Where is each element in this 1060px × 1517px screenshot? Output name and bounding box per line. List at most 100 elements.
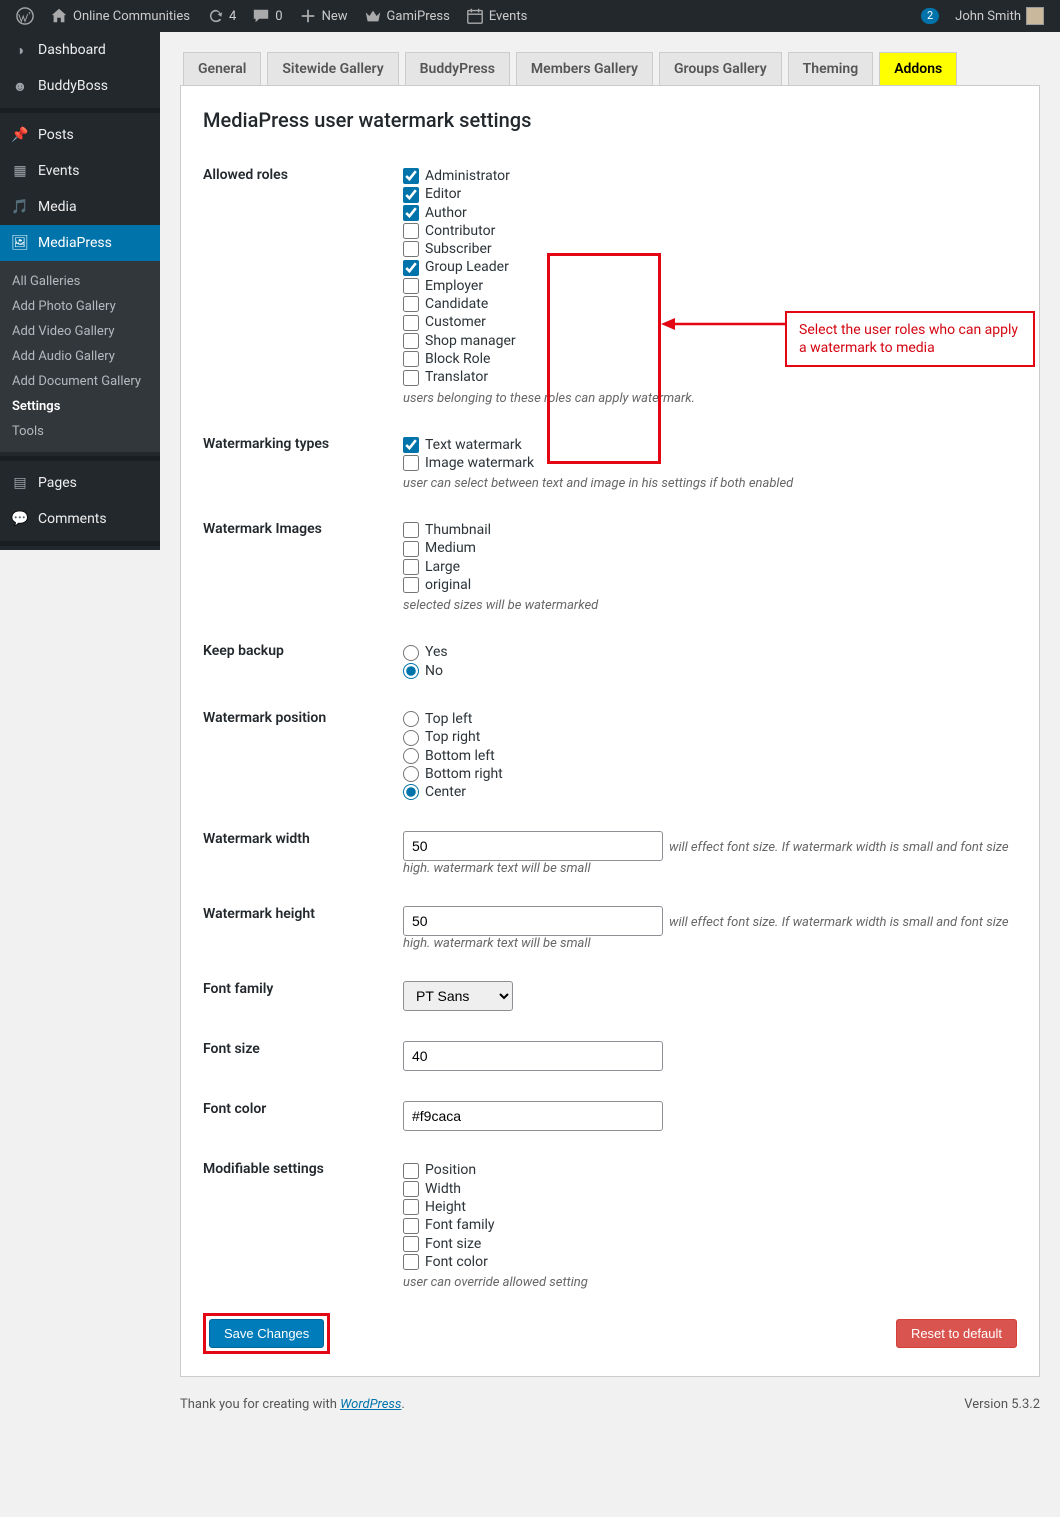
role-option[interactable]: Author xyxy=(403,204,1017,222)
role-option[interactable]: Contributor xyxy=(403,222,1017,240)
wmimage-option[interactable]: Large xyxy=(403,558,1017,576)
role-checkbox[interactable] xyxy=(403,187,419,203)
site-name-link[interactable]: Online Communities xyxy=(42,0,198,32)
role-option[interactable]: Group Leader xyxy=(403,258,1017,276)
role-checkbox[interactable] xyxy=(403,223,419,239)
sidebar-item-mediapress[interactable]: 🖼MediaPress xyxy=(0,225,160,261)
tab-members[interactable]: Members Gallery xyxy=(516,52,653,86)
font-size-input[interactable] xyxy=(403,1041,663,1071)
role-option[interactable]: Subscriber xyxy=(403,240,1017,258)
role-checkbox[interactable] xyxy=(403,260,419,276)
role-checkbox[interactable] xyxy=(403,296,419,312)
wmimage-checkbox[interactable] xyxy=(403,559,419,575)
modifiable-checkbox[interactable] xyxy=(403,1181,419,1197)
role-checkbox[interactable] xyxy=(403,315,419,331)
font-family-select[interactable]: PT Sans xyxy=(403,981,513,1011)
modifiable-checkbox[interactable] xyxy=(403,1254,419,1270)
modifiable-option[interactable]: Width xyxy=(403,1180,1017,1198)
position-radio[interactable] xyxy=(403,730,419,746)
backup-option[interactable]: Yes xyxy=(403,643,1017,661)
role-option[interactable]: Editor xyxy=(403,185,1017,203)
sidebar-item-media[interactable]: 🎵Media xyxy=(0,189,160,225)
wmtype-checkbox[interactable] xyxy=(403,437,419,453)
role-checkbox[interactable] xyxy=(403,370,419,386)
role-checkbox[interactable] xyxy=(403,333,419,349)
annotation-box-save: Save Changes xyxy=(203,1313,330,1354)
wmtype-option[interactable]: Image watermark xyxy=(403,454,1017,472)
gamipress-link[interactable]: GamiPress xyxy=(356,0,458,32)
modifiable-checkbox[interactable] xyxy=(403,1199,419,1215)
sidebar-item-buddyboss[interactable]: ☻BuddyBoss xyxy=(0,68,160,104)
submenu-tools[interactable]: Tools xyxy=(0,419,160,444)
modifiable-option[interactable]: Position xyxy=(403,1161,1017,1179)
modifiable-option[interactable]: Height xyxy=(403,1198,1017,1216)
modifiable-option[interactable]: Font size xyxy=(403,1235,1017,1253)
position-option[interactable]: Top right xyxy=(403,728,1017,746)
wmimage-option[interactable]: Medium xyxy=(403,539,1017,557)
tab-addons[interactable]: Addons xyxy=(879,52,957,86)
tab-groups[interactable]: Groups Gallery xyxy=(659,52,782,86)
role-checkbox[interactable] xyxy=(403,241,419,257)
position-radio[interactable] xyxy=(403,784,419,800)
position-radio[interactable] xyxy=(403,711,419,727)
position-option[interactable]: Bottom left xyxy=(403,747,1017,765)
submenu-add-video[interactable]: Add Video Gallery xyxy=(0,319,160,344)
modifiable-checkbox[interactable] xyxy=(403,1218,419,1234)
wmtype-checkbox[interactable] xyxy=(403,455,419,471)
role-checkbox[interactable] xyxy=(403,278,419,294)
wmimage-option[interactable]: original xyxy=(403,576,1017,594)
position-option[interactable]: Bottom right xyxy=(403,765,1017,783)
comments-link[interactable]: 0 xyxy=(244,0,290,32)
role-checkbox[interactable] xyxy=(403,205,419,221)
modifiable-option[interactable]: Font family xyxy=(403,1216,1017,1234)
modifiable-checkbox[interactable] xyxy=(403,1236,419,1252)
backup-radio[interactable] xyxy=(403,645,419,661)
submenu-all-galleries[interactable]: All Galleries xyxy=(0,269,160,294)
watermark-width-input[interactable] xyxy=(403,831,663,861)
wmtype-option[interactable]: Text watermark xyxy=(403,436,1017,454)
wmimage-checkbox[interactable] xyxy=(403,541,419,557)
wp-logo[interactable] xyxy=(8,0,42,32)
tab-sitewide[interactable]: Sitewide Gallery xyxy=(267,52,398,86)
position-option[interactable]: Center xyxy=(403,783,1017,801)
submenu-add-photo[interactable]: Add Photo Gallery xyxy=(0,294,160,319)
role-option[interactable]: Administrator xyxy=(403,167,1017,185)
reset-default-button[interactable]: Reset to default xyxy=(896,1319,1017,1348)
footer-wordpress-link[interactable]: WordPress xyxy=(340,1397,401,1412)
sidebar-item-posts[interactable]: 📌Posts xyxy=(0,117,160,153)
position-radio[interactable] xyxy=(403,766,419,782)
watermark-height-input[interactable] xyxy=(403,906,663,936)
sidebar-item-pages[interactable]: ▤Pages xyxy=(0,465,160,501)
role-option[interactable]: Translator xyxy=(403,368,1017,386)
role-checkbox[interactable] xyxy=(403,168,419,184)
font-color-input[interactable] xyxy=(403,1101,663,1131)
submenu-add-document[interactable]: Add Document Gallery xyxy=(0,369,160,394)
submenu-add-audio[interactable]: Add Audio Gallery xyxy=(0,344,160,369)
wmimage-option[interactable]: Thumbnail xyxy=(403,521,1017,539)
modifiable-option[interactable]: Font color xyxy=(403,1253,1017,1271)
notifications-link[interactable]: 2 xyxy=(913,0,947,32)
save-changes-button[interactable]: Save Changes xyxy=(209,1319,324,1348)
updates-link[interactable]: 4 xyxy=(198,0,244,32)
tab-general[interactable]: General xyxy=(183,52,261,86)
tab-buddypress[interactable]: BuddyPress xyxy=(405,52,510,86)
modifiable-checkbox[interactable] xyxy=(403,1163,419,1179)
submenu-settings[interactable]: Settings xyxy=(0,394,160,419)
events-link[interactable]: Events xyxy=(458,0,535,32)
position-radio[interactable] xyxy=(403,748,419,764)
role-checkbox[interactable] xyxy=(403,351,419,367)
wmimage-checkbox[interactable] xyxy=(403,522,419,538)
user-account-link[interactable]: John Smith xyxy=(947,0,1052,32)
position-option[interactable]: Top left xyxy=(403,710,1017,728)
sidebar-item-comments[interactable]: 💬Comments xyxy=(0,501,160,537)
admin-bar: Online Communities 4 0 New GamiPress Eve… xyxy=(0,0,1060,32)
image-icon: 🖼 xyxy=(10,233,30,253)
new-link[interactable]: New xyxy=(291,0,356,32)
wmimage-checkbox[interactable] xyxy=(403,577,419,593)
backup-option[interactable]: No xyxy=(403,662,1017,680)
backup-radio[interactable] xyxy=(403,663,419,679)
sidebar-item-dashboard[interactable]: ◑Dashboard xyxy=(0,32,160,68)
tab-theming[interactable]: Theming xyxy=(788,52,874,86)
sidebar-item-events[interactable]: ▦Events xyxy=(0,153,160,189)
role-option[interactable]: Employer xyxy=(403,277,1017,295)
